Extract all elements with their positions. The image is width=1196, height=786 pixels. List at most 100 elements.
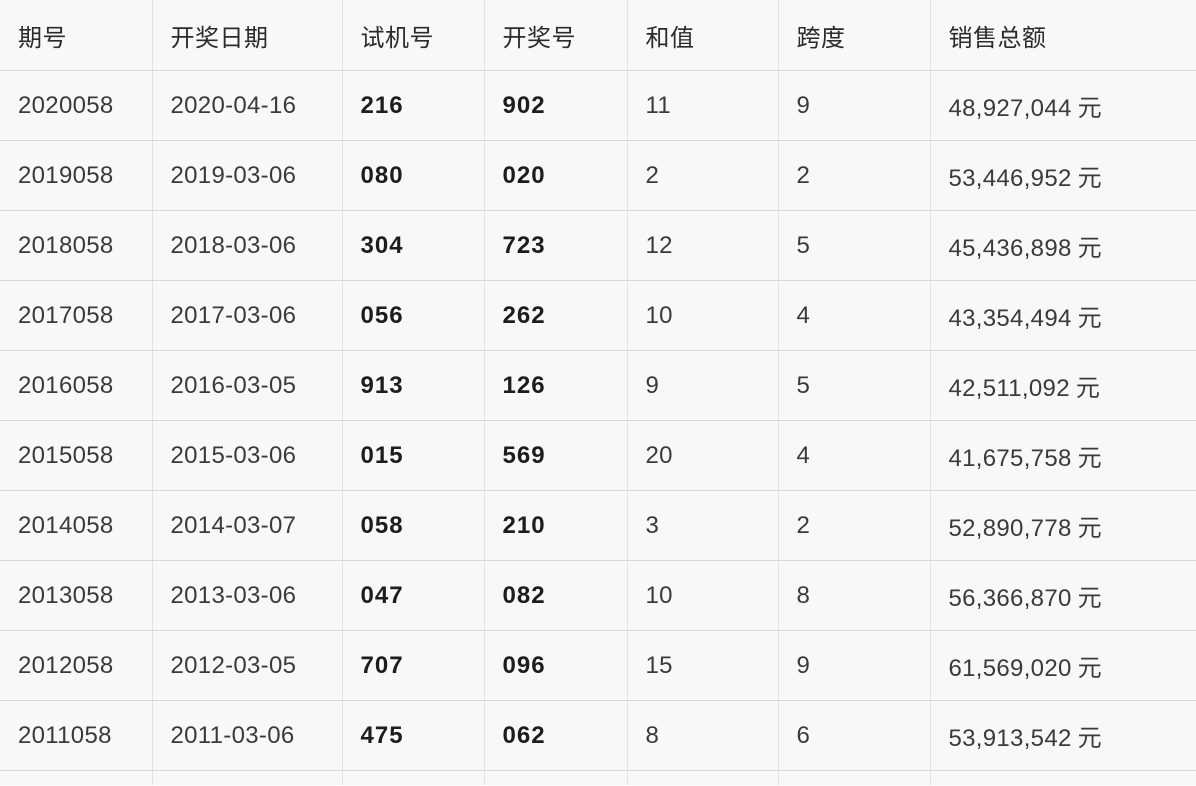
table-row[interactable]: 2013058 2013-03-06 047 082 10 8 56,366,870 元 [0, 560, 1196, 631]
cell-empty [484, 770, 628, 785]
cell-test-number: 080 [342, 140, 485, 211]
cell-sum-value: 3 [627, 490, 779, 561]
cell-test-number: 047 [342, 560, 485, 631]
cell-draw-number: 723 [484, 210, 628, 281]
sales-currency-unit: 元 [1077, 305, 1102, 332]
column-header-span-value: 跨度 [778, 0, 931, 71]
cell-span-value: 9 [778, 70, 931, 141]
sales-currency-unit: 元 [1077, 515, 1102, 542]
cell-sum-value: 20 [627, 420, 779, 491]
column-header-sum-value: 和值 [627, 0, 779, 71]
cell-draw-number: 020 [484, 140, 628, 211]
cell-draw-date: 2015-03-06 [152, 420, 343, 491]
table-row[interactable]: 2015058 2015-03-06 015 569 20 4 41,675,758 元 [0, 420, 1196, 491]
cell-issue: 2019058 [0, 140, 153, 211]
column-header-test-number: 试机号 [342, 0, 485, 71]
cell-draw-date: 2013-03-06 [152, 560, 343, 631]
cell-draw-number: 210 [484, 490, 628, 561]
cell-span-value: 5 [778, 350, 931, 421]
cell-total-sales: 53,446,952 元 [930, 140, 1196, 211]
cell-total-sales: 61,569,020 元 [930, 630, 1196, 701]
cell-issue: 2017058 [0, 280, 153, 351]
sales-amount: 53,446,952 [948, 165, 1072, 192]
lottery-results-table: 期号 开奖日期 试机号 开奖号 和值 跨度 销售总额 2020058 2020-0… [0, 0, 1196, 785]
cell-sum-value: 10 [627, 560, 779, 631]
cell-draw-number: 126 [484, 350, 628, 421]
cell-total-sales: 41,675,758 元 [930, 420, 1196, 491]
cell-test-number: 056 [342, 280, 485, 351]
table-row[interactable]: 2019058 2019-03-06 080 020 2 2 53,446,952 元 [0, 140, 1196, 211]
cell-total-sales: 45,436,898 元 [930, 210, 1196, 281]
cell-test-number: 015 [342, 420, 485, 491]
cell-total-sales: 43,354,494 元 [930, 280, 1196, 351]
cell-draw-number: 262 [484, 280, 628, 351]
sales-currency-unit: 元 [1077, 725, 1102, 752]
sales-amount: 41,675,758 [948, 445, 1072, 472]
cell-total-sales: 53,913,542 元 [930, 700, 1196, 771]
cell-empty [342, 770, 485, 785]
cell-issue: 2018058 [0, 210, 153, 281]
table-row-partial[interactable] [0, 770, 1196, 785]
sales-amount: 45,436,898 [948, 235, 1072, 262]
sales-amount: 56,366,870 [948, 585, 1072, 612]
cell-draw-date: 2012-03-05 [152, 630, 343, 701]
cell-span-value: 5 [778, 210, 931, 281]
cell-total-sales: 48,927,044 元 [930, 70, 1196, 141]
cell-draw-date: 2018-03-06 [152, 210, 343, 281]
cell-empty [778, 770, 931, 785]
cell-draw-date: 2017-03-06 [152, 280, 343, 351]
table-row[interactable]: 2014058 2014-03-07 058 210 3 2 52,890,778 元 [0, 490, 1196, 561]
cell-test-number: 913 [342, 350, 485, 421]
cell-issue: 2014058 [0, 490, 153, 561]
sales-amount: 48,927,044 [948, 95, 1072, 122]
cell-sum-value: 9 [627, 350, 779, 421]
cell-span-value: 6 [778, 700, 931, 771]
sales-currency-unit: 元 [1077, 585, 1102, 612]
cell-draw-number: 096 [484, 630, 628, 701]
cell-empty [930, 770, 1196, 785]
cell-empty [0, 770, 153, 785]
cell-issue: 2020058 [0, 70, 153, 141]
cell-total-sales: 56,366,870 元 [930, 560, 1196, 631]
sales-amount: 52,890,778 [948, 515, 1072, 542]
sales-amount: 61,569,020 [948, 655, 1072, 682]
cell-test-number: 216 [342, 70, 485, 141]
table-row[interactable]: 2018058 2018-03-06 304 723 12 5 45,436,898 元 [0, 210, 1196, 281]
sales-currency-unit: 元 [1077, 165, 1102, 192]
cell-span-value: 2 [778, 490, 931, 561]
cell-draw-number: 062 [484, 700, 628, 771]
cell-span-value: 9 [778, 630, 931, 701]
sales-currency-unit: 元 [1075, 375, 1101, 402]
cell-test-number: 707 [342, 630, 485, 701]
cell-empty [152, 770, 343, 785]
cell-span-value: 8 [778, 560, 931, 631]
table-row[interactable]: 2020058 2020-04-16 216 902 11 9 48,927,044 元 [0, 70, 1196, 141]
cell-span-value: 4 [778, 280, 931, 351]
sales-amount: 42,511,092 [948, 375, 1070, 402]
table-row[interactable]: 2011058 2011-03-06 475 062 8 6 53,913,542 元 [0, 700, 1196, 771]
sales-amount: 43,354,494 [948, 305, 1072, 332]
column-header-draw-date: 开奖日期 [152, 0, 343, 71]
cell-sum-value: 11 [627, 70, 779, 141]
sales-amount: 53,913,542 [948, 725, 1072, 752]
cell-draw-date: 2014-03-07 [152, 490, 343, 561]
cell-draw-date: 2011-03-06 [152, 700, 343, 771]
table-row[interactable]: 2012058 2012-03-05 707 096 15 9 61,569,020 元 [0, 630, 1196, 701]
cell-issue: 2011058 [0, 700, 153, 771]
sales-currency-unit: 元 [1077, 655, 1102, 682]
cell-draw-number: 569 [484, 420, 628, 491]
table-body: 2020058 2020-04-16 216 902 11 9 48,927,044 元 201… [0, 70, 1196, 785]
cell-sum-value: 10 [627, 280, 779, 351]
cell-draw-date: 2016-03-05 [152, 350, 343, 421]
column-header-issue: 期号 [0, 0, 153, 71]
cell-issue: 2013058 [0, 560, 153, 631]
cell-draw-date: 2019-03-06 [152, 140, 343, 211]
cell-sum-value: 8 [627, 700, 779, 771]
cell-issue: 2016058 [0, 350, 153, 421]
sales-currency-unit: 元 [1077, 235, 1102, 262]
table-row[interactable]: 2017058 2017-03-06 056 262 10 4 43,354,494 元 [0, 280, 1196, 351]
cell-test-number: 475 [342, 700, 485, 771]
table-row[interactable]: 2016058 2016-03-05 913 126 9 5 42,511,092 元 [0, 350, 1196, 421]
cell-issue: 2012058 [0, 630, 153, 701]
sales-currency-unit: 元 [1077, 445, 1102, 472]
